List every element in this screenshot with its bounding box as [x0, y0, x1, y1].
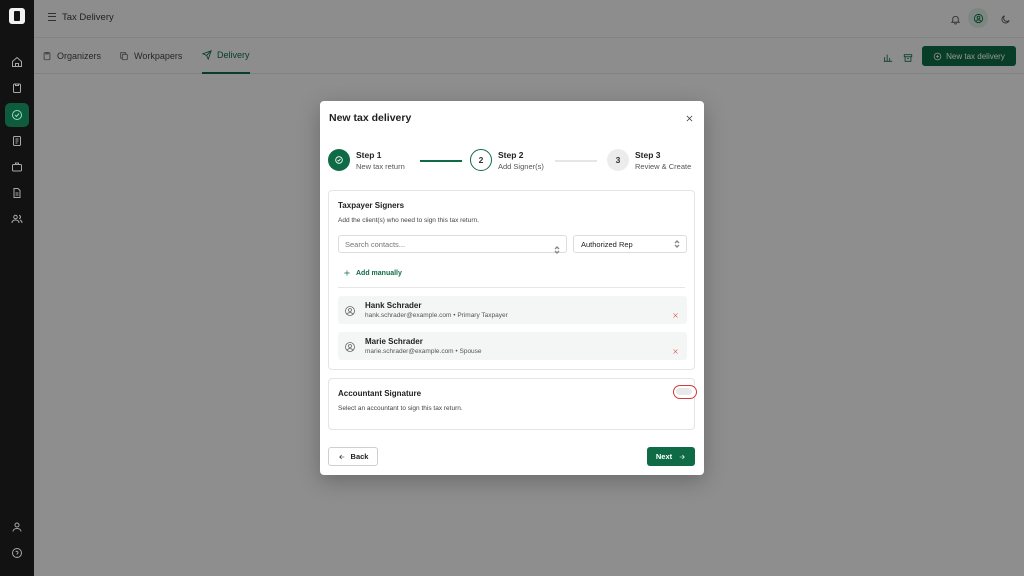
sidebar-item-delivery[interactable]	[5, 103, 29, 127]
step-1-indicator	[328, 149, 350, 171]
chevron-updown-icon	[674, 240, 680, 248]
dialog-title: New tax delivery	[329, 112, 412, 124]
signer-role-select[interactable]: Authorized Rep	[573, 235, 687, 253]
signer-meta: hank.schrader@example.com • Primary Taxp…	[365, 312, 508, 319]
check-circle-icon	[335, 156, 343, 164]
arrow-right-icon	[679, 454, 685, 459]
remove-signer-button[interactable]	[672, 306, 680, 318]
users-icon	[11, 214, 23, 224]
new-tax-delivery-dialog: New tax delivery Step 1 New tax return 2…	[320, 101, 704, 475]
home-icon	[12, 56, 22, 67]
taxpayer-signers-subtitle: Add the client(s) who need to sign this …	[338, 217, 479, 224]
step-1: Step 1 New tax return	[328, 149, 405, 171]
step-2-subtitle: Add Signer(s)	[498, 161, 544, 171]
sidebar-item-users[interactable]	[5, 207, 29, 231]
divider	[338, 287, 685, 288]
plus-icon	[344, 270, 350, 276]
step-2-indicator: 2	[470, 149, 492, 171]
step-3-title: Step 3	[635, 149, 661, 160]
signer-meta: marie.schrader@example.com • Spouse	[365, 348, 482, 355]
briefcase-icon	[12, 162, 22, 172]
search-contacts-input[interactable]	[338, 235, 567, 253]
add-manually-button[interactable]: Add manually	[343, 269, 402, 277]
signer-name: Hank Schrader	[365, 301, 422, 310]
sidebar	[0, 0, 34, 576]
user-circle-icon	[344, 340, 356, 352]
sidebar-item-profile[interactable]	[5, 515, 29, 539]
sidebar-item-briefcase[interactable]	[5, 155, 29, 179]
arrow-left-icon	[338, 454, 344, 459]
document-icon	[13, 136, 21, 146]
step-1-title: Step 1	[356, 149, 382, 160]
signer-row: Marie Schrader marie.schrader@example.co…	[338, 332, 687, 360]
next-label: Next	[655, 452, 673, 461]
step-3-indicator: 3	[607, 149, 629, 171]
app-logo[interactable]	[9, 8, 25, 24]
signer-role-value: Authorized Rep	[581, 239, 633, 249]
accountant-signature-card: Accountant Signature Select an accountan…	[328, 378, 697, 430]
clipboard-icon	[13, 83, 21, 93]
taxpayer-signers-card: Taxpayer Signers Add the client(s) who n…	[328, 190, 695, 370]
step-connector-2	[555, 160, 597, 162]
step-connector-1	[420, 160, 462, 162]
signer-name: Marie Schrader	[365, 337, 423, 346]
accountant-signature-subtitle: Select an accountant to sign this tax re…	[338, 405, 463, 412]
sidebar-item-documents[interactable]	[5, 129, 29, 153]
accountant-signature-title: Accountant Signature	[338, 389, 422, 398]
user-circle-icon	[344, 304, 356, 316]
step-3-subtitle: Review & Create	[635, 161, 692, 171]
add-manually-label: Add manually	[356, 269, 402, 277]
back-label: Back	[350, 452, 369, 461]
file-icon	[13, 188, 21, 198]
sidebar-item-help[interactable]	[5, 541, 29, 565]
step-2: 2 Step 2 Add Signer(s)	[470, 149, 544, 171]
accountant-signature-toggle[interactable]	[673, 385, 697, 399]
taxpayer-signers-title: Taxpayer Signers	[338, 201, 405, 210]
step-1-subtitle: New tax return	[356, 161, 405, 171]
remove-signer-button[interactable]	[672, 342, 680, 354]
back-button[interactable]: Back	[328, 447, 378, 466]
close-icon	[686, 115, 692, 121]
close-button[interactable]	[682, 111, 696, 125]
send-icon	[12, 110, 22, 120]
close-icon	[673, 349, 678, 354]
sidebar-item-clipboard[interactable]	[5, 76, 29, 100]
next-button[interactable]: Next	[647, 447, 695, 466]
step-3: 3 Step 3 Review & Create	[607, 149, 691, 171]
help-icon	[12, 548, 22, 558]
step-2-title: Step 2	[498, 149, 524, 160]
signer-row: Hank Schrader hank.schrader@example.com …	[338, 296, 687, 324]
sidebar-item-home[interactable]	[5, 50, 29, 74]
user-icon	[12, 522, 22, 532]
chevron-updown-icon	[554, 241, 560, 254]
sidebar-item-files[interactable]	[5, 181, 29, 205]
close-icon	[673, 313, 678, 318]
